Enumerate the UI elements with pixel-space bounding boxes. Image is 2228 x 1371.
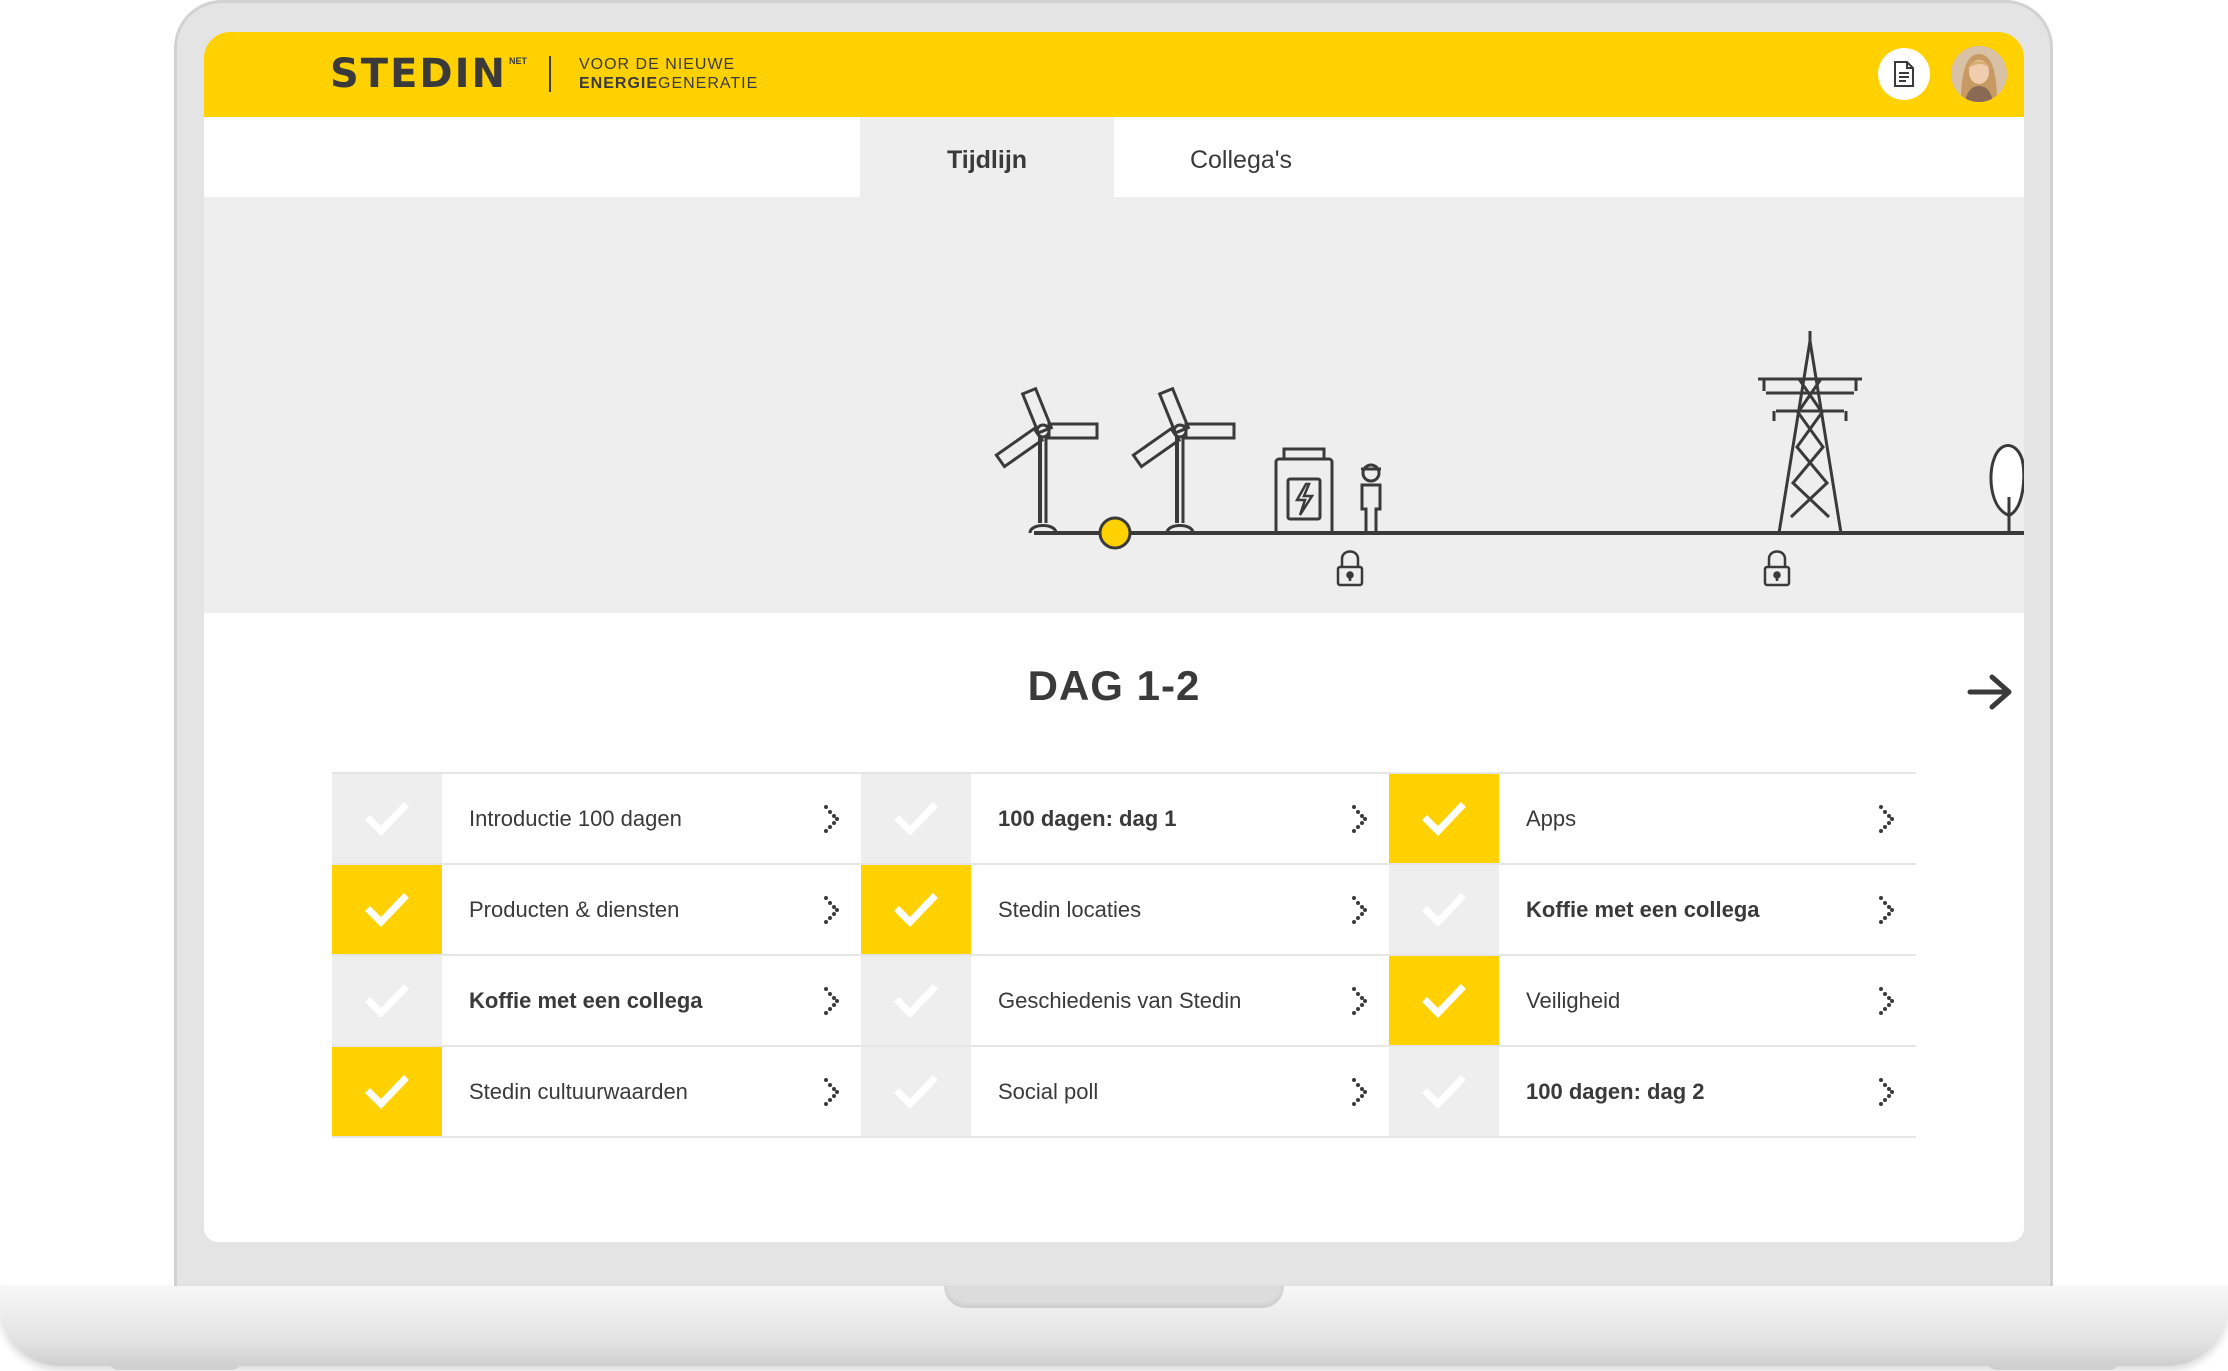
checkmark-icon bbox=[894, 1074, 938, 1109]
checkmark-icon bbox=[365, 892, 409, 927]
avatar-portrait bbox=[1951, 46, 2007, 102]
arrow-right-icon[interactable] bbox=[1966, 672, 2014, 712]
timeline-illustration bbox=[204, 197, 2024, 613]
checkmark-icon bbox=[894, 983, 938, 1018]
task-label: Apps bbox=[1526, 805, 1577, 831]
task-label: Geschiedenis van Stedin bbox=[998, 987, 1242, 1013]
task-label: 100 dagen: dag 1 bbox=[998, 805, 1177, 831]
task-grid: Introductie 100 dagen 100 dagen: dag 1 App… bbox=[332, 772, 1916, 1138]
task-item[interactable]: Stedin cultuurwaarden bbox=[332, 1045, 861, 1138]
chevron-right-icon bbox=[817, 895, 847, 925]
documents-button[interactable] bbox=[1878, 48, 1930, 100]
battery-icon bbox=[1274, 447, 1334, 535]
tagline-bold: ENERGIE bbox=[578, 75, 658, 92]
task-status bbox=[332, 865, 442, 954]
chevron-right-icon bbox=[1345, 1077, 1375, 1107]
task-label: Social poll bbox=[998, 1078, 1099, 1104]
checkmark-icon bbox=[365, 801, 409, 836]
lock-icon bbox=[1336, 550, 1364, 587]
day-title: DAG 1-2 bbox=[1027, 662, 1201, 709]
stedin-logo[interactable]: STEDIN NET VOOR DE NIEUWE ENERGIEGENERAT… bbox=[330, 52, 758, 96]
timeline-scene bbox=[994, 331, 2024, 587]
task-item[interactable]: Apps bbox=[1389, 772, 1916, 863]
task-label: Introductie 100 dagen bbox=[469, 805, 682, 831]
task-status bbox=[1389, 1047, 1499, 1136]
logo-superscript: NET bbox=[508, 56, 527, 66]
laptop-foot bbox=[110, 1362, 240, 1370]
task-item[interactable]: Social poll bbox=[861, 1045, 1389, 1138]
checkmark-icon bbox=[1422, 983, 1466, 1018]
task-status bbox=[861, 774, 971, 863]
logo-wordmark: STEDIN bbox=[330, 51, 507, 97]
tagline-rest: GENERATIE bbox=[658, 75, 759, 92]
tab-collegas[interactable]: Collega's bbox=[1114, 117, 1368, 197]
task-status bbox=[1389, 774, 1499, 863]
task-status bbox=[861, 956, 971, 1045]
task-label: Producten & diensten bbox=[469, 896, 680, 922]
chevron-right-icon bbox=[817, 986, 847, 1016]
chevron-right-icon bbox=[1872, 1077, 1902, 1107]
tagline-line-2: ENERGIEGENERATIE bbox=[579, 74, 758, 93]
progress-marker[interactable] bbox=[1098, 516, 1132, 550]
document-icon bbox=[1894, 61, 1914, 87]
chevron-right-icon bbox=[1345, 895, 1375, 925]
tab-bar: Tijdlijn Collega's bbox=[204, 117, 2024, 197]
worker-icon bbox=[1360, 463, 1382, 535]
task-status bbox=[861, 865, 971, 954]
tree-icon bbox=[1989, 444, 2024, 533]
task-status bbox=[332, 1047, 442, 1136]
logo-tagline: VOOR DE NIEUWE ENERGIEGENERATIE bbox=[579, 55, 758, 93]
task-item[interactable]: Producten & diensten bbox=[332, 863, 861, 954]
chevron-right-icon bbox=[1872, 804, 1902, 834]
wind-turbine-icon bbox=[994, 386, 1099, 534]
laptop-foot bbox=[1988, 1362, 2118, 1370]
chevron-right-icon bbox=[817, 804, 847, 834]
task-status bbox=[332, 774, 442, 863]
power-pylon-icon bbox=[1758, 331, 1862, 534]
task-item[interactable]: Stedin locaties bbox=[861, 863, 1389, 954]
checkmark-icon bbox=[1422, 801, 1466, 836]
checkmark-icon bbox=[894, 801, 938, 836]
checkmark-icon bbox=[894, 892, 938, 927]
chevron-right-icon bbox=[1345, 804, 1375, 834]
laptop-notch bbox=[944, 1286, 1284, 1308]
task-status bbox=[1389, 956, 1499, 1045]
app-screen: STEDIN NET VOOR DE NIEUWE ENERGIEGENERAT… bbox=[204, 32, 2024, 1242]
logo-divider bbox=[548, 56, 551, 92]
task-label: Stedin locaties bbox=[998, 896, 1142, 922]
task-label: Stedin cultuurwaarden bbox=[469, 1078, 688, 1104]
chevron-right-icon bbox=[1872, 895, 1902, 925]
task-label: Koffie met een collega bbox=[1526, 896, 1760, 922]
task-item[interactable]: Veiligheid bbox=[1389, 954, 1916, 1045]
task-label: Koffie met een collega bbox=[469, 987, 703, 1013]
task-item[interactable]: 100 dagen: dag 2 bbox=[1389, 1045, 1916, 1138]
tagline-line-1: VOOR DE NIEUWE bbox=[578, 56, 736, 73]
task-item[interactable]: 100 dagen: dag 1 bbox=[861, 772, 1389, 863]
wind-turbine-icon bbox=[1131, 386, 1236, 534]
task-status bbox=[1389, 865, 1499, 954]
tab-tijdlijn[interactable]: Tijdlijn bbox=[860, 117, 1114, 197]
task-item[interactable]: Koffie met een collega bbox=[332, 954, 861, 1045]
task-label: Veiligheid bbox=[1526, 987, 1621, 1013]
checkmark-icon bbox=[365, 983, 409, 1018]
task-item[interactable]: Koffie met een collega bbox=[1389, 863, 1916, 954]
chevron-right-icon bbox=[1345, 986, 1375, 1016]
task-label: 100 dagen: dag 2 bbox=[1526, 1078, 1705, 1104]
checkmark-icon bbox=[1422, 892, 1466, 927]
checkmark-icon bbox=[365, 1074, 409, 1109]
user-avatar[interactable] bbox=[1951, 46, 2007, 102]
chevron-right-icon bbox=[817, 1077, 847, 1107]
checkmark-icon bbox=[1422, 1074, 1466, 1109]
chevron-right-icon bbox=[1872, 986, 1902, 1016]
task-status bbox=[332, 956, 442, 1045]
lock-icon bbox=[1763, 550, 1791, 587]
task-item[interactable]: Introductie 100 dagen bbox=[332, 772, 861, 863]
task-item[interactable]: Geschiedenis van Stedin bbox=[861, 954, 1389, 1045]
task-status bbox=[861, 1047, 971, 1136]
app-header: STEDIN NET VOOR DE NIEUWE ENERGIEGENERAT… bbox=[204, 32, 2024, 117]
